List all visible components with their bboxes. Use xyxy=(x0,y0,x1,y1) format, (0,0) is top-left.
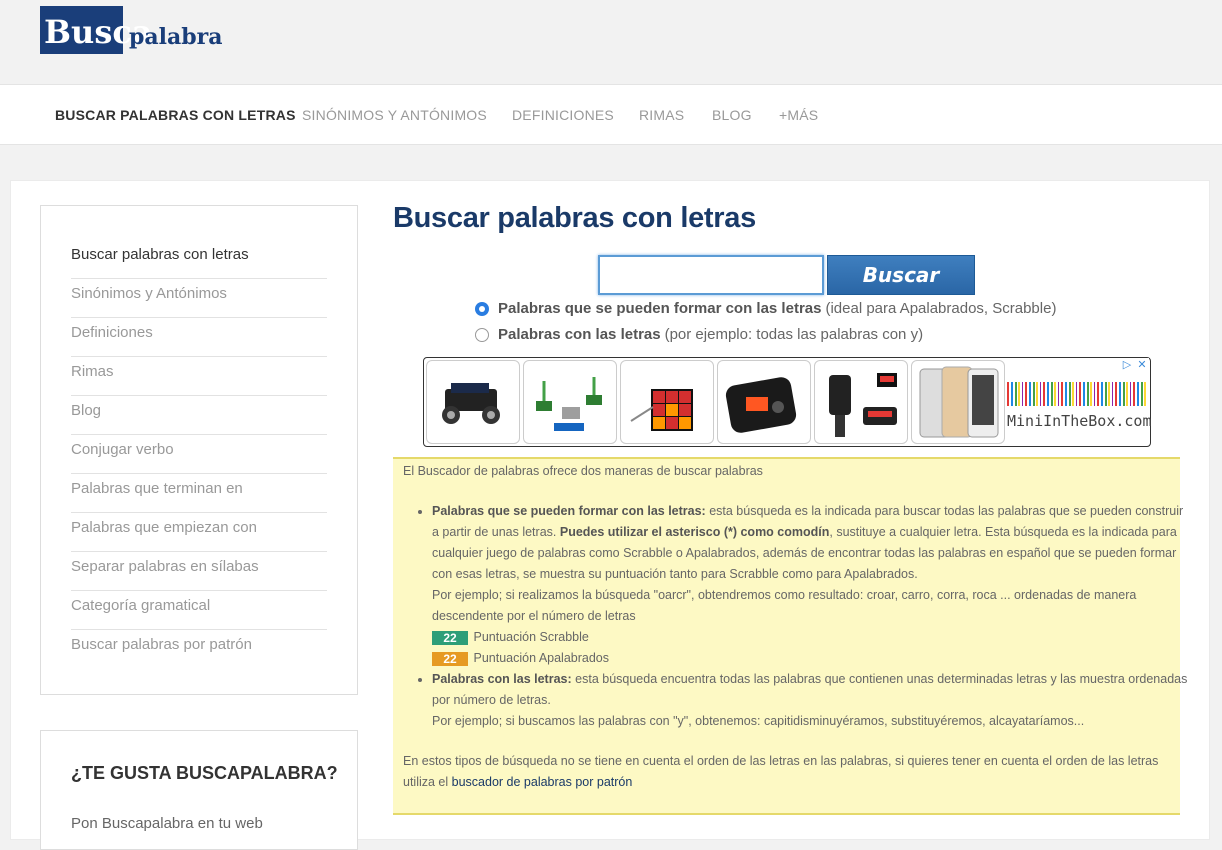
radio-unchecked-icon[interactable] xyxy=(475,327,489,342)
sidebar-item-patron[interactable]: Buscar palabras por patrón xyxy=(71,630,327,669)
option-formar-label: Palabras que se pueden formar con las le… xyxy=(498,300,822,317)
score-apalabrados-badge: 22 xyxy=(432,651,468,666)
info-outro: En estos tipos de búsqueda no se tiene e… xyxy=(403,751,1173,793)
nav-item-blog[interactable]: BLOG xyxy=(712,107,752,123)
sidebar-item-terminan[interactable]: Palabras que terminan en xyxy=(71,474,327,513)
sidebar-item-sinonimos[interactable]: Sinónimos y Antónimos xyxy=(71,279,327,318)
sidebar-item-silabas[interactable]: Separar palabras en sílabas xyxy=(71,552,327,591)
nav-item-definiciones[interactable]: DEFINICIONES xyxy=(512,107,614,123)
sidebar-item-empiezan[interactable]: Palabras que empiezan con xyxy=(71,513,327,552)
option-con-letras-note: (por ejemplo: todas las palabras con y) xyxy=(664,326,924,343)
info-item-con-letras-example: Por ejemplo; si buscamos las palabras co… xyxy=(432,714,1085,728)
ad-product-rubik[interactable] xyxy=(620,360,714,444)
nav-item-buscar-palabras[interactable]: BUSCAR PALABRAS CON LETRAS xyxy=(55,107,296,123)
sidebar-like-box: ¿TE GUSTA BUSCAPALABRA? Pon Buscapalabra… xyxy=(40,730,358,850)
score-scrabble-label: Puntuación Scrabble xyxy=(473,630,589,644)
like-subtitle: Pon Buscapalabra en tu web xyxy=(71,815,263,832)
score-scrabble-badge: 22 xyxy=(432,630,468,645)
sidebar-menu: Buscar palabras con letras Sinónimos y A… xyxy=(40,205,358,695)
search-button[interactable]: Buscar xyxy=(827,255,975,295)
sidebar-item-definiciones[interactable]: Definiciones xyxy=(71,318,327,357)
site-logo[interactable]: Busca palabra xyxy=(40,6,222,54)
sidebar-item-conjugar[interactable]: Conjugar verbo xyxy=(71,435,327,474)
info-item-formar-example: Por ejemplo; si realizamos la búsqueda "… xyxy=(432,588,1137,623)
ad-close-icon[interactable]: ✕ xyxy=(1135,358,1149,372)
search-input[interactable] xyxy=(598,255,824,295)
info-intro: El Buscador de palabras ofrece dos maner… xyxy=(403,464,763,478)
radio-checked-icon[interactable] xyxy=(475,301,489,316)
ad-brand-text: MiniInTheBox.com xyxy=(1007,412,1152,430)
ad-product-camera-case[interactable] xyxy=(717,360,811,444)
ad-product-solar-car[interactable] xyxy=(426,360,520,444)
score-apalabrados-label: Puntuación Apalabrados xyxy=(473,651,610,665)
info-item-formar: Palabras que se pueden formar con las le… xyxy=(432,501,1192,669)
ad-product-solar-kit[interactable] xyxy=(523,360,617,444)
ad-banner[interactable]: MiniInTheBox.com ▷ ✕ xyxy=(423,357,1152,447)
info-item-formar-wildcard: Puedes utilizar el asterisco (*) como co… xyxy=(559,525,830,539)
sidebar-item-blog[interactable]: Blog xyxy=(71,396,327,435)
sidebar-item-categoria[interactable]: Categoría gramatical xyxy=(71,591,327,630)
info-item-con-letras-title: Palabras con las letras: xyxy=(432,672,572,686)
site-header: Busca palabra xyxy=(0,0,1222,84)
nav-item-sinonimos[interactable]: SINÓNIMOS Y ANTÓNIMOS xyxy=(302,107,487,123)
page-title: Buscar palabras con letras xyxy=(393,202,756,234)
nav-item-mas[interactable]: +MÁS xyxy=(779,107,818,123)
option-con-letras-label: Palabras con las letras xyxy=(498,326,661,343)
info-list: Palabras que se pueden formar con las le… xyxy=(403,501,1192,732)
logo-mark: Busca xyxy=(40,6,153,54)
barcode-icon xyxy=(1007,382,1147,406)
nav-item-rimas[interactable]: RIMAS xyxy=(639,107,684,123)
option-formar-note: (ideal para Apalabrados, Scrabble) xyxy=(825,300,1057,317)
ad-product-fm-transmitter[interactable] xyxy=(814,360,908,444)
info-box: El Buscador de palabras ofrece dos maner… xyxy=(393,457,1187,815)
logo-rest-text: palabra xyxy=(129,24,223,50)
info-item-con-letras: Palabras con las letras: esta búsqueda e… xyxy=(432,669,1192,732)
sidebar-item-rimas[interactable]: Rimas xyxy=(71,357,327,396)
main-nav: BUSCAR PALABRAS CON LETRAS SINÓNIMOS Y A… xyxy=(0,84,1222,145)
sidebar-item-buscar-palabras[interactable]: Buscar palabras con letras xyxy=(71,240,327,279)
option-con-letras[interactable]: Palabras con las letras (por ejemplo: to… xyxy=(475,326,923,343)
ad-brand-logo[interactable]: MiniInTheBox.com xyxy=(1007,360,1152,444)
option-formar[interactable]: Palabras que se pueden formar con las le… xyxy=(475,300,1056,317)
ad-product-phone-case[interactable] xyxy=(911,360,1005,444)
ad-choices-icon[interactable]: ▷ xyxy=(1120,358,1134,372)
patron-search-link[interactable]: buscador de palabras por patrón xyxy=(452,775,633,789)
info-item-formar-title: Palabras que se pueden formar con las le… xyxy=(432,504,706,518)
like-title: ¿TE GUSTA BUSCAPALABRA? xyxy=(71,763,338,783)
